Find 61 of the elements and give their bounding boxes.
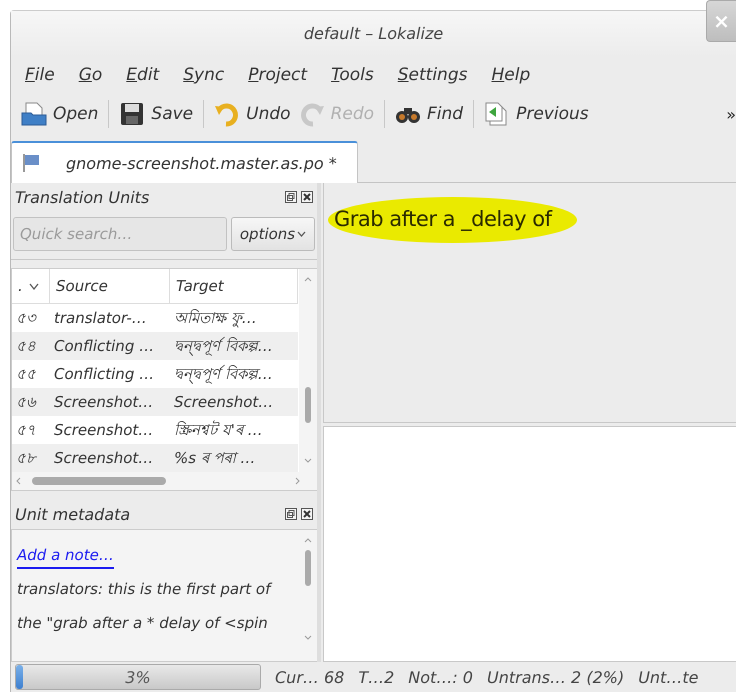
float-icon[interactable] bbox=[285, 191, 297, 203]
undo-icon bbox=[214, 101, 240, 127]
target-cell-text: স্ক্ৰিনশ্বট য'ৰ … bbox=[173, 420, 264, 440]
column-header[interactable]: Target bbox=[170, 269, 298, 304]
menu-item[interactable]: Tools bbox=[326, 65, 382, 85]
panel-title: Unit metadata bbox=[15, 504, 132, 524]
overflow-button[interactable]: » bbox=[726, 104, 736, 124]
status-field: T…2 bbox=[358, 668, 394, 686]
search-field[interactable]: Quick search… bbox=[13, 217, 227, 251]
row-number: ৫৪ bbox=[12, 332, 50, 360]
column-header[interactable]: . bbox=[12, 269, 50, 304]
file-tab[interactable]: gnome-screenshot.master.as.po * bbox=[11, 141, 358, 183]
close-icon[interactable] bbox=[301, 191, 313, 203]
source-text: Grab after a _delay of bbox=[328, 197, 578, 243]
source-cell: Conflicting … bbox=[50, 332, 170, 360]
window-title: default – Lokalize bbox=[304, 24, 444, 42]
menu-item[interactable]: Help bbox=[486, 65, 538, 85]
row-number: ৫৫ bbox=[15, 364, 37, 384]
row-number: ৫৬ bbox=[12, 388, 50, 416]
menu-item[interactable]: Settings bbox=[392, 65, 476, 85]
progress-label: 3% bbox=[124, 666, 152, 688]
toolbar-button[interactable]: Open bbox=[17, 98, 102, 130]
toolbar-button[interactable]: Save bbox=[115, 98, 198, 130]
menu-item[interactable]: Go bbox=[74, 65, 110, 85]
document-folder-icon bbox=[21, 101, 47, 127]
target-cell-text: অমিতাক্ষ ফু… bbox=[173, 308, 258, 330]
sort-icon bbox=[28, 282, 39, 290]
float-icon[interactable] bbox=[285, 508, 297, 520]
toolbar-button[interactable]: Undo bbox=[210, 98, 295, 130]
add-note-link[interactable]: Add a note… bbox=[17, 546, 114, 569]
status-field: Unt…te bbox=[638, 668, 698, 686]
source-cell-text: translator-… bbox=[53, 308, 148, 329]
caret-icon bbox=[297, 231, 306, 237]
toolbar-button[interactable]: Previous bbox=[480, 98, 593, 130]
status-field: Cur… 68 bbox=[275, 668, 344, 686]
redo-icon bbox=[298, 101, 325, 127]
target-cell: দ্বন্দ্বপূৰ্ণ বিকল্প… bbox=[170, 332, 298, 360]
row-number: ৫৭ bbox=[15, 420, 37, 440]
source-cell-text: Screenshot… bbox=[53, 420, 154, 441]
options-button[interactable]: options bbox=[231, 217, 315, 251]
menu-item[interactable]: Project bbox=[243, 65, 316, 85]
status-field: Untrans… 2 (2%) bbox=[486, 668, 624, 686]
close-icon[interactable] bbox=[301, 508, 313, 520]
status-field: Not…: 0 bbox=[408, 668, 473, 686]
flag-icon bbox=[22, 153, 40, 173]
source-cell: Screenshot… bbox=[50, 444, 170, 472]
note-text: translators: this is the first part of the "grab after a * delay of <spin bbox=[17, 579, 274, 634]
menu-item[interactable]: File bbox=[20, 65, 63, 85]
target-cell-text: দ্বন্দ্বপূৰ্ণ বিকল্প… bbox=[173, 364, 274, 386]
row-number: ৫৩ bbox=[15, 308, 38, 328]
target-cell: %s ৰ পৰা … bbox=[170, 444, 298, 472]
source-cell-text: Conflicting … bbox=[53, 364, 156, 385]
target-cell: Screenshot… bbox=[170, 388, 298, 416]
toolbar-button[interactable]: Find bbox=[391, 98, 468, 130]
panel-title: Translation Units bbox=[15, 188, 150, 206]
menu-item[interactable]: Sync bbox=[178, 65, 232, 85]
source-cell: Screenshot… bbox=[50, 388, 170, 416]
column-header[interactable]: Source bbox=[50, 269, 170, 304]
menu-item[interactable]: Edit bbox=[121, 65, 168, 85]
row-number: ৫৮ bbox=[12, 444, 50, 472]
translation-field[interactable] bbox=[323, 426, 736, 662]
